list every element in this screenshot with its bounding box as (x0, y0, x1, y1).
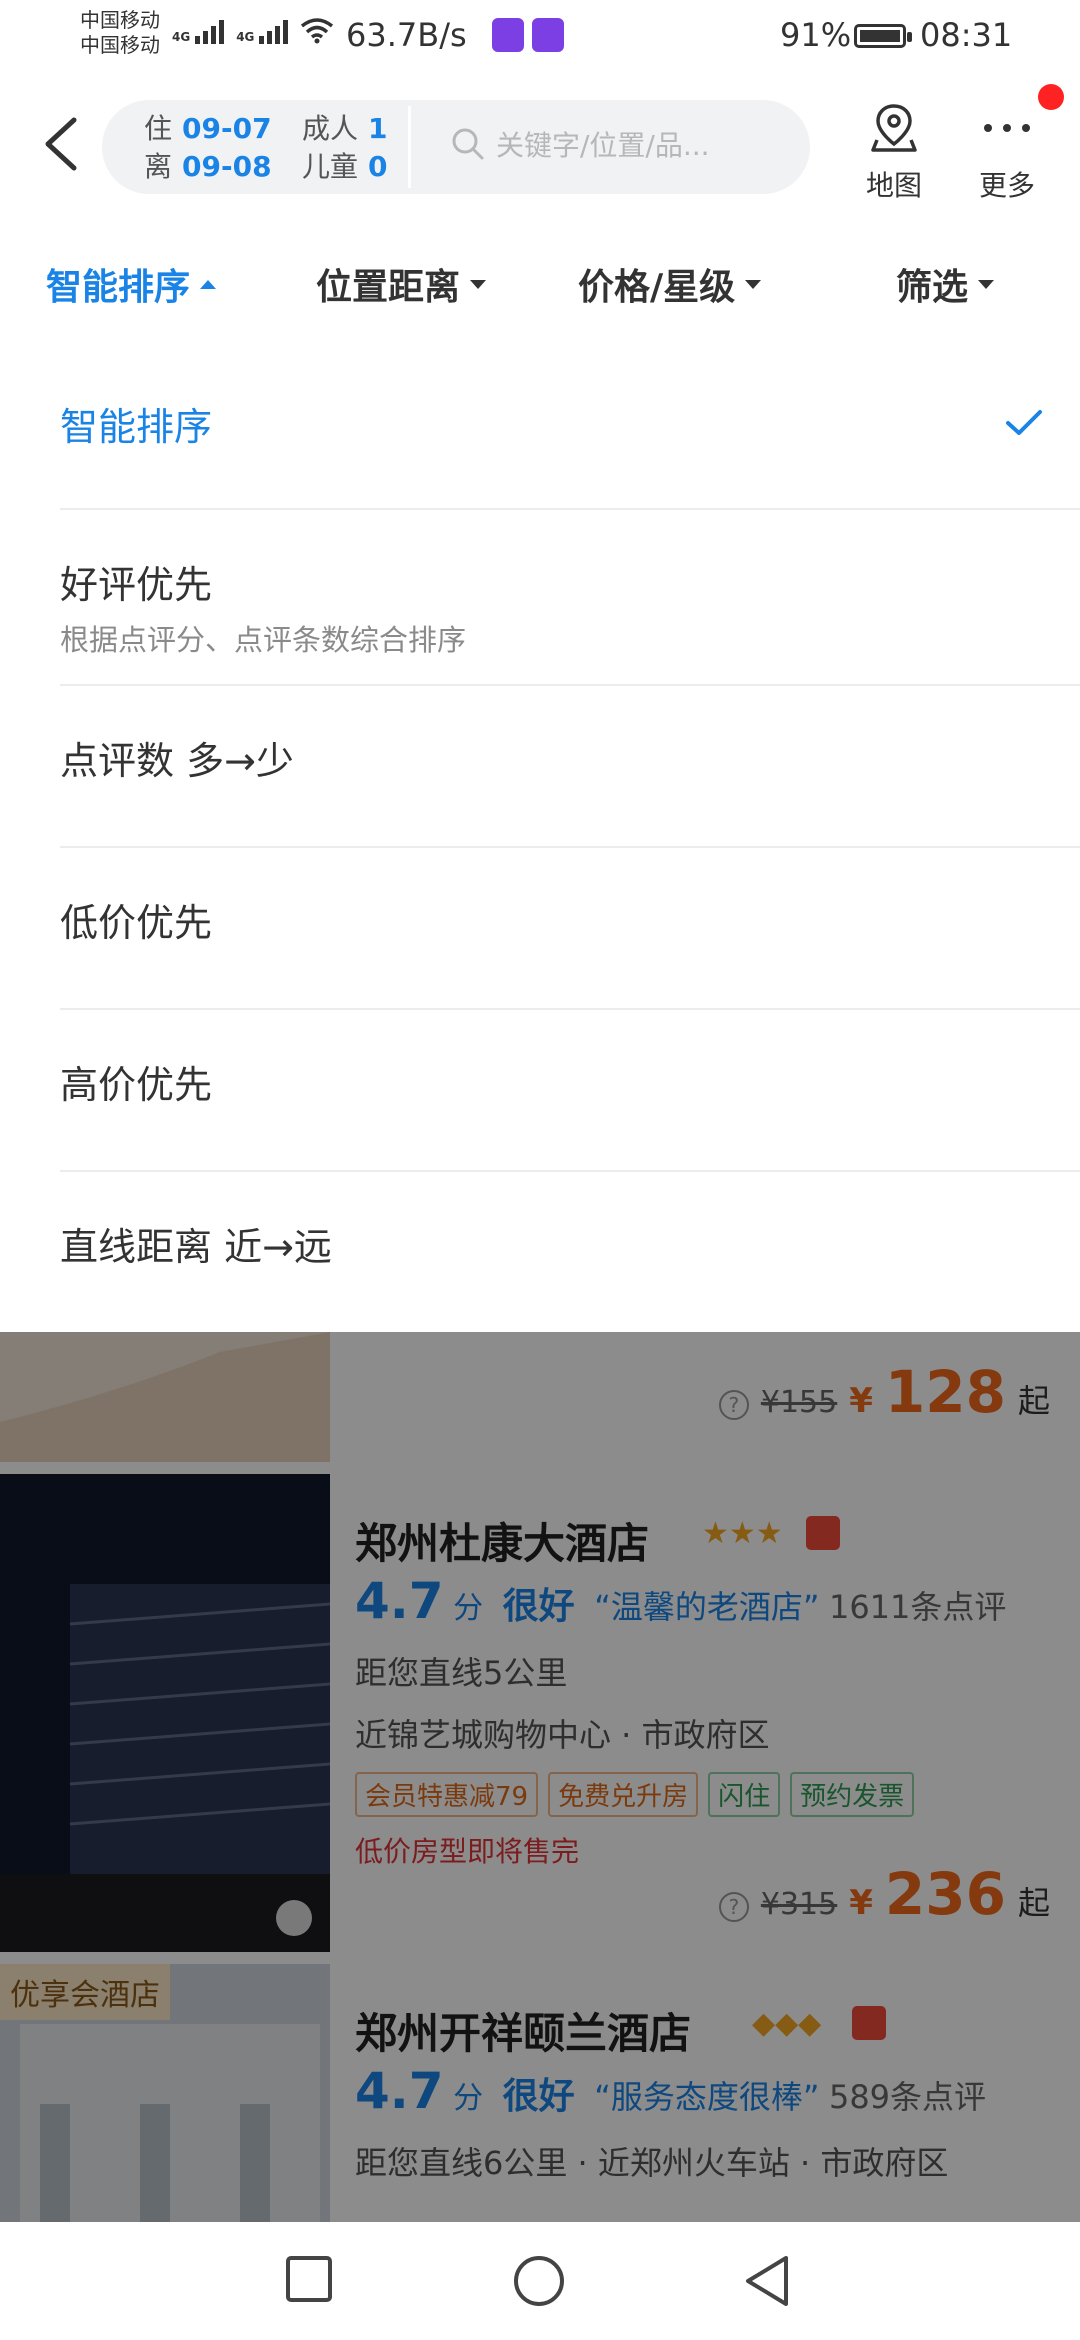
sort-dropdown: 智能排序 好评优先 根据点评分、点评条数综合排序 点评数 多→少 低价优先 高价… (0, 352, 1080, 1332)
battery-percent: 91% (780, 16, 852, 54)
tab-label: 智能排序 (46, 267, 191, 308)
sort-option-distance[interactable]: 直线距离 近→远 (60, 1172, 1080, 1332)
map-button[interactable]: 地图 (849, 102, 939, 204)
sort-option-description: 根据点评分、点评条数综合排序 (60, 623, 467, 657)
recent-apps-icon[interactable] (284, 2254, 334, 2304)
map-pin-icon (871, 104, 917, 152)
map-label: 地图 (865, 169, 922, 202)
more-label: 更多 (978, 169, 1035, 202)
sort-option-review-count[interactable]: 点评数 多→少 (60, 686, 1080, 848)
sort-option-label: 好评优先 (60, 563, 213, 607)
guest-selector[interactable]: 成人 1 儿童 0 (302, 110, 388, 186)
checkout-label: 离 (144, 150, 173, 183)
checkmark-icon (1006, 410, 1042, 435)
carrier-2: 中国移动 (80, 33, 160, 57)
children-label: 儿童 (302, 150, 359, 183)
tab-filter[interactable]: 筛选 (896, 258, 995, 310)
tab-smart-sort[interactable]: 智能排序 (46, 258, 217, 310)
checkin-label: 住 (144, 112, 173, 145)
status-bar: 中国移动 中国移动 4G 4G 63.7B/s 91% 08:31 (0, 0, 1080, 72)
app-notification-icon (532, 18, 564, 52)
dim-overlay[interactable] (0, 1332, 1080, 2222)
sort-option-low-price[interactable]: 低价优先 (60, 848, 1080, 1010)
more-dots-icon (984, 124, 1030, 132)
tab-label: 筛选 (896, 267, 969, 308)
sort-option-label: 智能排序 (60, 405, 213, 449)
notification-icons (492, 18, 564, 52)
battery-icon (854, 24, 912, 48)
search-placeholder: 关键字/位置/品... (496, 129, 710, 162)
clock: 08:31 (920, 16, 1013, 54)
network-speed: 63.7B/s (346, 16, 467, 54)
search-icon (452, 128, 484, 160)
tab-label: 价格/星级 (578, 267, 736, 308)
caret-down-icon (745, 279, 762, 289)
tab-label: 位置距离 (316, 267, 461, 308)
system-nav-bar (0, 2222, 1080, 2340)
search-header: 住 09-07 离 09-08 成人 1 儿童 0 关键字/位置/品... 地图 更多 (0, 72, 1080, 222)
filter-tabs: 智能排序 位置距离 价格/星级 筛选 (0, 222, 1080, 352)
caret-down-icon (978, 279, 995, 289)
date-selector[interactable]: 住 09-07 离 09-08 (144, 110, 272, 186)
tab-price-star[interactable]: 价格/星级 (578, 258, 762, 310)
caret-up-icon (200, 279, 217, 289)
more-button[interactable]: 更多 (962, 102, 1052, 204)
notification-dot (1038, 84, 1064, 110)
sort-option-label: 点评数 多→少 (60, 739, 294, 783)
signal-icon-2: 4G (236, 16, 289, 44)
carrier-names: 中国移动 中国移动 (80, 8, 160, 58)
back-arrow-icon[interactable] (40, 114, 82, 174)
divider (408, 106, 411, 188)
sort-option-label: 直线距离 近→远 (60, 1225, 332, 1269)
search-bar[interactable]: 住 09-07 离 09-08 成人 1 儿童 0 关键字/位置/品... (102, 100, 810, 194)
sort-option-label: 高价优先 (60, 1063, 213, 1107)
keyword-search[interactable]: 关键字/位置/品... (450, 124, 756, 164)
signal-icon: 4G (172, 16, 225, 44)
wifi-icon (301, 18, 334, 44)
home-icon[interactable] (512, 2254, 566, 2308)
sort-option-rating[interactable]: 好评优先 根据点评分、点评条数综合排序 (60, 510, 1080, 686)
sort-option-high-price[interactable]: 高价优先 (60, 1010, 1080, 1172)
children-count: 0 (368, 150, 388, 183)
network-type-2: 4G (236, 30, 255, 44)
sort-option-smart[interactable]: 智能排序 (60, 352, 1080, 510)
app-notification-icon (492, 18, 524, 52)
adults-label: 成人 (302, 112, 359, 145)
adults-count: 1 (368, 112, 388, 145)
carrier-1: 中国移动 (80, 8, 160, 32)
caret-down-icon (470, 279, 487, 289)
checkin-date: 09-07 (182, 112, 272, 145)
tab-location-distance[interactable]: 位置距离 (316, 258, 487, 310)
back-triangle-icon[interactable] (742, 2254, 792, 2308)
sort-option-label: 低价优先 (60, 901, 213, 945)
checkout-date: 09-08 (182, 150, 272, 183)
signal-indicators: 4G 4G (172, 16, 334, 44)
network-type-1: 4G (172, 30, 191, 44)
